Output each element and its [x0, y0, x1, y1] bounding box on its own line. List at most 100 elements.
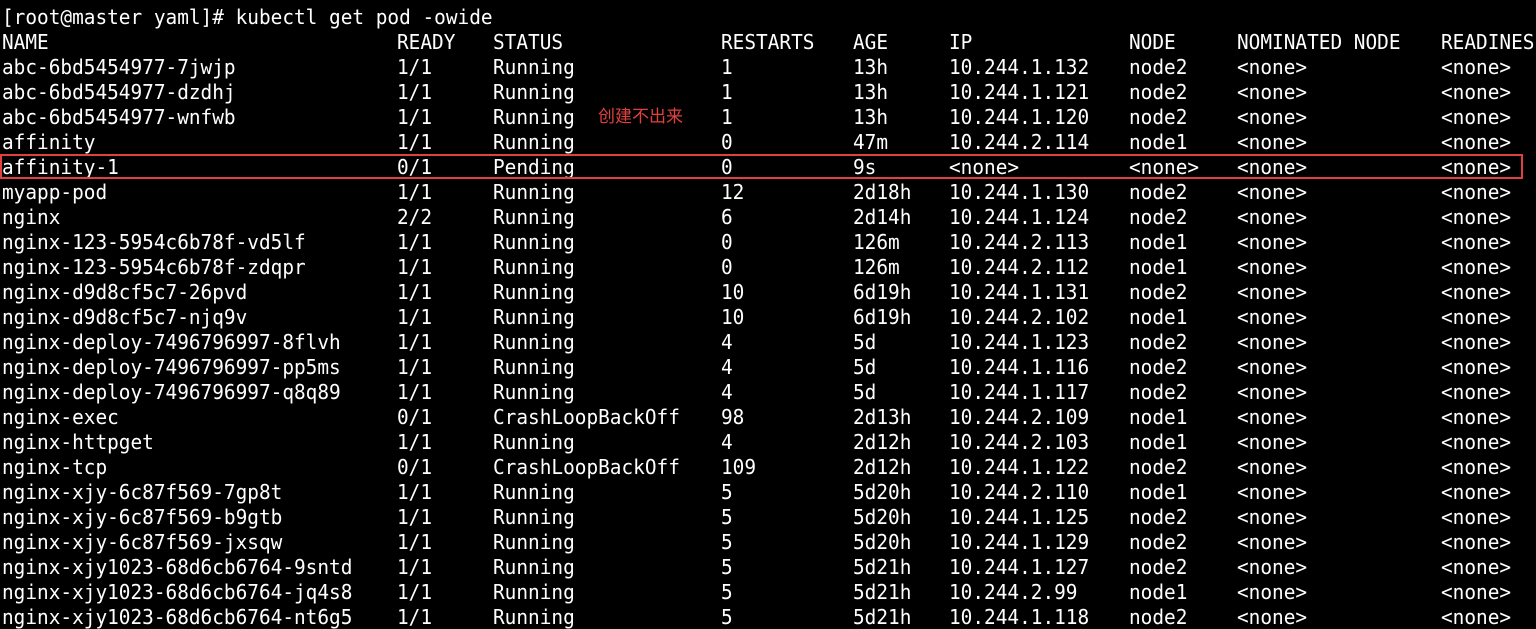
cell-readiness: <none> [1441, 455, 1512, 479]
cell-name: nginx-xjy-6c87f569-jxsqw [2, 530, 283, 554]
cell-age: 5d20h [853, 480, 912, 504]
cell-name: nginx-123-5954c6b78f-vd5lf [2, 230, 306, 254]
cell-nominated-node: <none> [1237, 555, 1308, 579]
cell-readiness: <none> [1441, 280, 1512, 304]
cell-name: affinity [2, 130, 96, 154]
cell-ip: 10.244.1.116 [949, 355, 1090, 379]
cell-status: Running [493, 55, 575, 79]
cell-node: node1 [1129, 405, 1188, 429]
cell-ready: 1/1 [397, 380, 433, 404]
cell-nominated-node: <none> [1237, 430, 1308, 454]
cell-status: Running [493, 180, 575, 204]
cell-nominated-node: <none> [1237, 455, 1308, 479]
cell-restarts: 10 [721, 280, 745, 304]
cell-ready: 0/1 [397, 405, 433, 429]
cell-readiness: <none> [1441, 555, 1512, 579]
cell-ready: 1/1 [397, 555, 433, 579]
cell-status: Running [493, 480, 575, 504]
cell-node: node2 [1129, 180, 1188, 204]
cell-ready: 1/1 [397, 480, 433, 504]
cell-node: node2 [1129, 205, 1188, 229]
table-row: nginx-xjy-6c87f569-jxsqw 1/1 Running 5 5d20h… [0, 530, 1536, 555]
cell-status: Running [493, 205, 575, 229]
cell-status: Running [493, 580, 575, 604]
cell-status: Running [493, 330, 575, 354]
table-row: nginx 2/2 Running 6 2d14h 10.244.1.124 node2 <n… [0, 205, 1536, 230]
cell-ip: 10.244.1.120 [949, 105, 1090, 129]
cell-readiness: <none> [1441, 55, 1512, 79]
cell-ready: 1/1 [397, 505, 433, 529]
cell-nominated-node: <none> [1237, 480, 1308, 504]
cell-restarts: 4 [721, 380, 733, 404]
cell-nominated-node: <none> [1237, 605, 1308, 629]
cell-age: 47m [853, 130, 889, 154]
cell-readiness: <none> [1441, 105, 1512, 129]
cell-ready: 1/1 [397, 130, 433, 154]
cell-ip: 10.244.2.113 [949, 230, 1090, 254]
cell-readiness: <none> [1441, 505, 1512, 529]
cell-restarts: 5 [721, 480, 733, 504]
cell-restarts: 6 [721, 205, 733, 229]
table-row: nginx-d9d8cf5c7-njq9v 1/1 Running 10 6d19h 10… [0, 305, 1536, 330]
cell-status: Running [493, 255, 575, 279]
cell-node: node2 [1129, 55, 1188, 79]
cell-nominated-node: <none> [1237, 330, 1308, 354]
cell-status: Running [493, 355, 575, 379]
cell-age: 13h [853, 80, 889, 104]
table-row: affinity 1/1 Running 0 47m 10.244.2.114 node1 <… [0, 130, 1536, 155]
cell-ready: 1/1 [397, 355, 433, 379]
cell-nominated-node: <none> [1237, 580, 1308, 604]
cell-status: Running [493, 530, 575, 554]
cell-restarts: 0 [721, 255, 733, 279]
cell-ready: 1/1 [397, 255, 433, 279]
cell-node: node2 [1129, 455, 1188, 479]
annotation-text: 创建不出来 [598, 107, 683, 127]
cell-ready: 1/1 [397, 330, 433, 354]
cell-readiness: <none> [1441, 405, 1512, 429]
cell-nominated-node: <none> [1237, 280, 1308, 304]
cell-age: 2d13h [853, 405, 912, 429]
header-ip: IP [949, 30, 973, 54]
header-readiness: READINES [1441, 30, 1535, 54]
header-age: AGE [853, 30, 889, 54]
table-row: abc-6bd5454977-wnfwb 1/1 Running 1 13h 10.244… [0, 105, 1536, 130]
cell-age: 126m [853, 255, 900, 279]
terminal-window[interactable]: [root@master yaml]# kubectl get pod -owi… [0, 0, 1536, 629]
cell-readiness: <none> [1441, 430, 1512, 454]
cell-name: nginx-exec [2, 405, 119, 429]
header-nominated-node: NOMINATED NODE [1237, 30, 1401, 54]
cell-name: nginx-xjy-6c87f569-b9gtb [2, 505, 283, 529]
cell-age: 5d20h [853, 505, 912, 529]
cell-status: CrashLoopBackOff [493, 405, 680, 429]
cell-ready: 1/1 [397, 55, 433, 79]
cell-age: 5d [853, 355, 877, 379]
cell-nominated-node: <none> [1237, 130, 1308, 154]
cell-ip: 10.244.2.99 [949, 580, 1078, 604]
cell-nominated-node: <none> [1237, 180, 1308, 204]
cell-age: 6d19h [853, 280, 912, 304]
cell-age: 5d [853, 380, 877, 404]
table-row: nginx-tcp 0/1 CrashLoopBackOff 109 2d12h 10.2… [0, 455, 1536, 480]
cell-age: 5d21h [853, 580, 912, 604]
cell-node: node2 [1129, 530, 1188, 554]
cell-restarts: 4 [721, 355, 733, 379]
cell-restarts: 1 [721, 80, 733, 104]
table-row: nginx-exec 0/1 CrashLoopBackOff 98 2d13h 10.2… [0, 405, 1536, 430]
pending-pod-highlight-box [0, 154, 1523, 179]
cell-node: node1 [1129, 430, 1188, 454]
cell-nominated-node: <none> [1237, 205, 1308, 229]
table-row: nginx-httpget 1/1 Running 4 2d12h 10.244.2.10… [0, 430, 1536, 455]
cell-status: Running [493, 555, 575, 579]
cell-readiness: <none> [1441, 330, 1512, 354]
cell-nominated-node: <none> [1237, 55, 1308, 79]
table-row: nginx-xjy1023-68d6cb6764-nt6g5 1/1 Running… [0, 605, 1536, 629]
cell-name: nginx [2, 205, 61, 229]
cell-status: Running [493, 380, 575, 404]
cell-nominated-node: <none> [1237, 380, 1308, 404]
table-row: nginx-123-5954c6b78f-vd5lf 1/1 Running 0 126… [0, 230, 1536, 255]
cell-ip: 10.244.2.114 [949, 130, 1090, 154]
cell-readiness: <none> [1441, 480, 1512, 504]
cell-name: nginx-tcp [2, 455, 108, 479]
cell-node: node2 [1129, 80, 1188, 104]
cell-ip: 10.244.2.102 [949, 305, 1090, 329]
